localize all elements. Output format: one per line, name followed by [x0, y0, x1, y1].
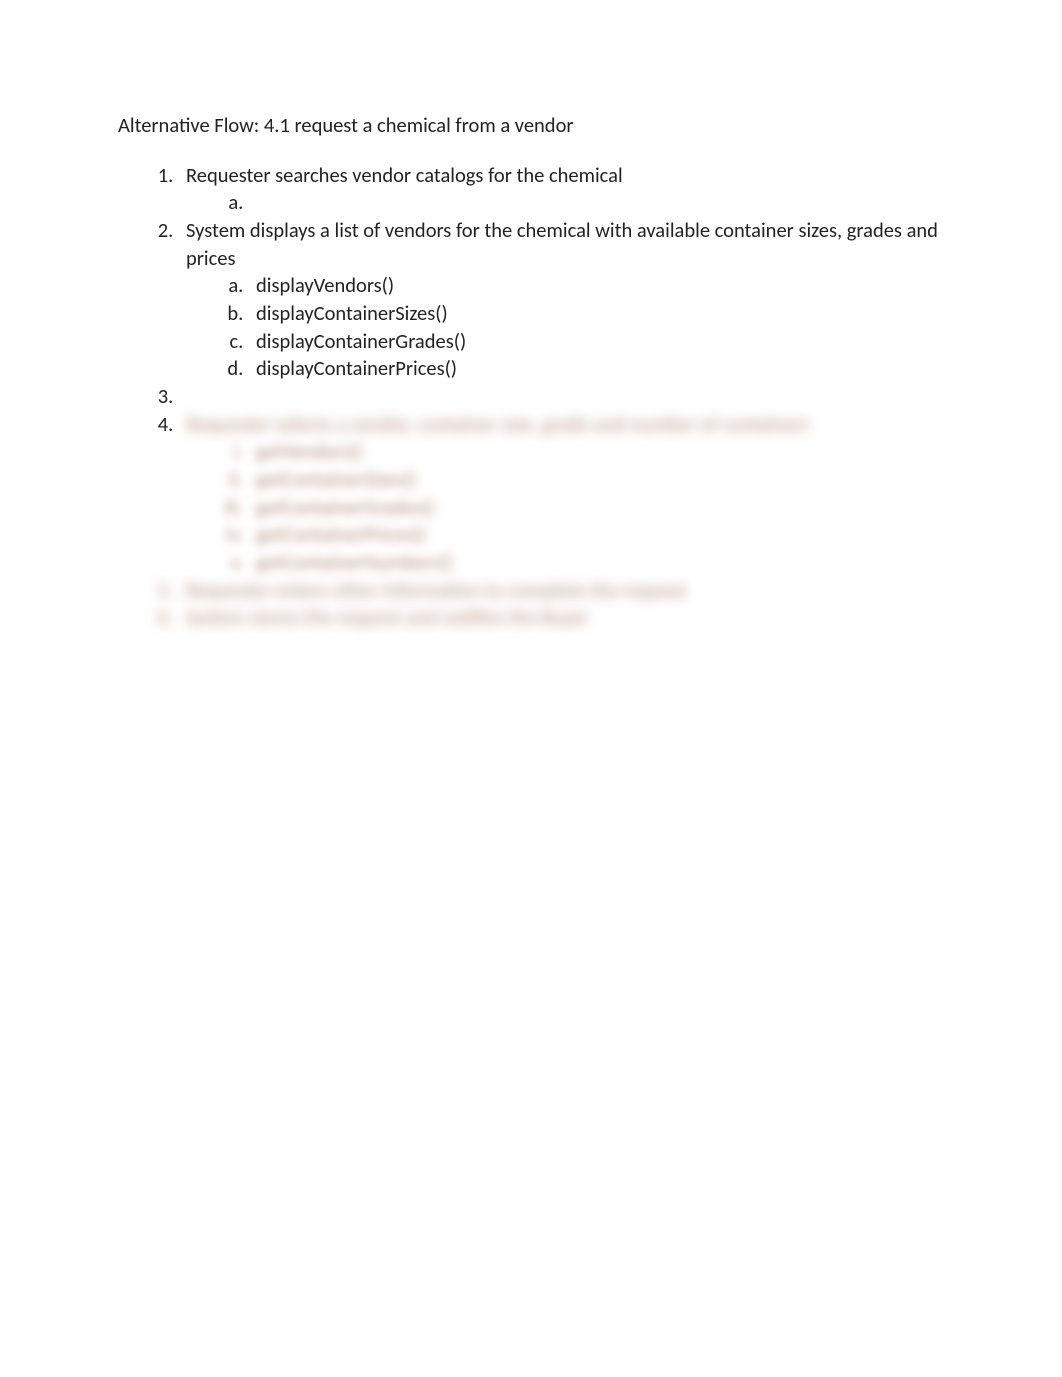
list-subitem-text: getContainerSizes(): [256, 466, 416, 492]
list-subitem: displayVendors(): [248, 272, 944, 300]
document-page: Alternative Flow: 4.1 request a chemical…: [0, 0, 1062, 1377]
list-item-text: Requester searches vendor catalogs for t…: [186, 162, 623, 188]
list-subitem: [248, 189, 944, 217]
list-subitem: displayContainerPrices(): [248, 355, 944, 383]
list-item-blurred: System stores the request and notifies t…: [178, 604, 944, 632]
list-item: Requester searches vendor catalogs for t…: [178, 162, 944, 217]
list-subitem: getContainerNumbers(): [248, 549, 944, 577]
list-subitem-text: displayVendors(): [256, 272, 394, 298]
list-item: Requester selects a vendor, container si…: [178, 411, 944, 577]
list-subitem-text: getVendors(): [256, 438, 363, 464]
list-item-text: System displays a list of vendors for th…: [186, 217, 938, 271]
list-subitem: getContainerSizes(): [248, 466, 944, 494]
list-item-text: System stores the request and notifies t…: [186, 604, 589, 630]
ordered-list-sub: displayVendors() displayContainerSizes()…: [218, 272, 944, 383]
list-subitem: displayContainerGrades(): [248, 328, 944, 356]
list-subitem-text: getContainerGrades(): [256, 494, 435, 520]
list-item: [178, 383, 944, 411]
list-subitem-text: getContainerPrices(): [256, 521, 426, 547]
list-subitem-text: displayContainerPrices(): [256, 355, 457, 381]
list-item: System displays a list of vendors for th…: [178, 217, 944, 383]
list-subitem: getContainerGrades(): [248, 494, 944, 522]
list-item-text: Requester enters other information to co…: [186, 577, 686, 603]
list-subitem-text: getContainerNumbers(): [256, 549, 453, 575]
list-item-text-blurred: Requester selects a vendor, container si…: [186, 411, 809, 437]
ordered-list-sub: [218, 189, 944, 217]
list-subitem-text: displayContainerGrades(): [256, 328, 466, 354]
ordered-list-subroman: getVendors() getContainerSizes() getCont…: [218, 438, 944, 576]
list-subitem: getContainerPrices(): [248, 521, 944, 549]
list-subitem: getVendors(): [248, 438, 944, 466]
list-subitem-text: displayContainerSizes(): [256, 300, 448, 326]
list-subitem: displayContainerSizes(): [248, 300, 944, 328]
list-item-blurred: Requester enters other information to co…: [178, 577, 944, 605]
ordered-list-main: Requester searches vendor catalogs for t…: [148, 162, 944, 632]
section-heading: Alternative Flow: 4.1 request a chemical…: [118, 112, 944, 140]
